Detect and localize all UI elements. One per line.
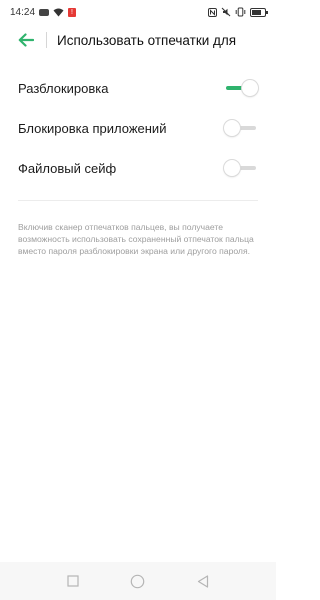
toggle-thumb [242, 80, 258, 96]
back-button[interactable] [10, 24, 42, 56]
toggle-thumb [224, 120, 240, 136]
settings-list: Разблокировка Блокировка приложений Файл… [0, 68, 276, 188]
app-lock-toggle[interactable] [224, 118, 258, 138]
status-time: 14:24 [10, 6, 36, 18]
alert-icon: ! [68, 7, 77, 17]
back-triangle-icon [198, 574, 209, 588]
arrow-left-icon [18, 33, 34, 47]
setting-row-unlock[interactable]: Разблокировка [0, 68, 276, 108]
vibrate-icon [235, 7, 246, 17]
toggle-thumb [224, 160, 240, 176]
file-safe-toggle[interactable] [224, 158, 258, 178]
youtube-icon [39, 8, 50, 16]
navigation-bar [0, 562, 276, 600]
home-icon [131, 574, 145, 588]
status-right [208, 7, 268, 17]
status-left: 14:24 ! [10, 6, 77, 18]
page-title: Использовать отпечатки для [57, 32, 237, 48]
header-divider [46, 32, 47, 48]
home-button[interactable] [126, 569, 150, 593]
recent-apps-button[interactable] [61, 569, 85, 593]
mute-icon [221, 7, 231, 17]
unlock-toggle[interactable] [224, 78, 258, 98]
section-divider [18, 200, 258, 201]
setting-row-file-safe[interactable]: Файловый сейф [0, 148, 276, 188]
status-bar: 14:24 ! [0, 0, 276, 24]
setting-label-unlock: Разблокировка [18, 80, 109, 96]
app-bar: Использовать отпечатки для [0, 24, 276, 56]
battery-icon [250, 7, 268, 17]
wifi-icon [53, 8, 64, 17]
back-nav-button[interactable] [191, 569, 215, 593]
nfc-icon [208, 7, 217, 17]
setting-row-app-lock[interactable]: Блокировка приложений [0, 108, 276, 148]
setting-label-app-lock: Блокировка приложений [18, 120, 167, 136]
hint-text: Включив сканер отпечатков пальцев, вы по… [18, 222, 254, 256]
setting-label-file-safe: Файловый сейф [18, 160, 117, 176]
recent-apps-icon [67, 575, 79, 587]
